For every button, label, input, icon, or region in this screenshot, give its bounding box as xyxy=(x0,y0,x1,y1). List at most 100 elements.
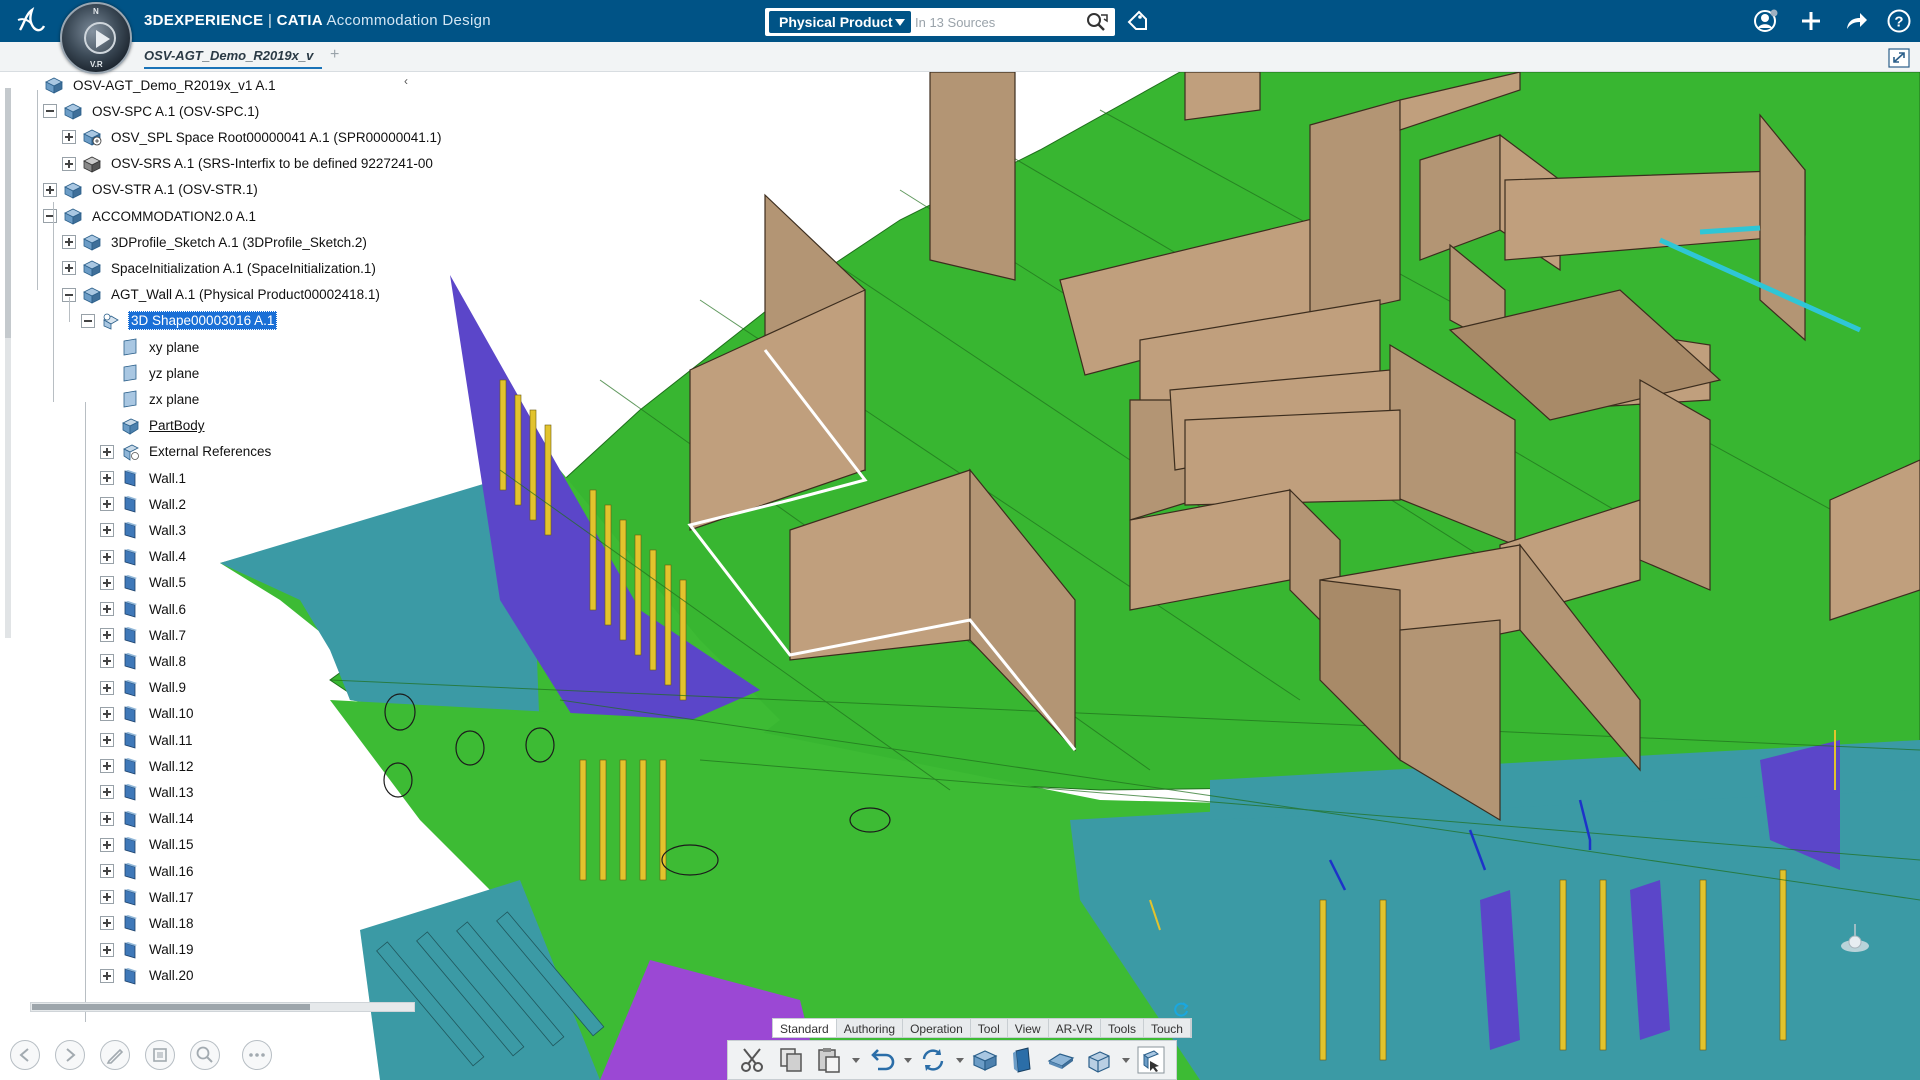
expand-icon[interactable] xyxy=(43,182,57,197)
tree-horizontal-scroll-thumb[interactable] xyxy=(32,1004,310,1010)
update-options-chevron-icon[interactable] xyxy=(956,1045,964,1075)
tree-node-external-references[interactable]: External References xyxy=(100,441,273,463)
expand-icon[interactable] xyxy=(100,837,114,852)
zoom-icon[interactable] xyxy=(190,1040,220,1070)
undo-icon[interactable] xyxy=(866,1045,896,1075)
tree-node-accommodation2-0-a-1[interactable]: ACCOMMODATION2.0 A.1 xyxy=(43,205,258,227)
expand-icon[interactable] xyxy=(100,916,114,931)
pencil-icon[interactable] xyxy=(100,1040,130,1070)
tree-node-wall-15[interactable]: Wall.15 xyxy=(100,834,196,856)
back-icon[interactable] xyxy=(10,1040,40,1070)
expand-icon[interactable] xyxy=(100,706,114,721)
tree-node-wall-11[interactable]: Wall.11 xyxy=(100,729,195,751)
expand-icon[interactable] xyxy=(100,497,114,512)
plane-icon[interactable] xyxy=(1046,1045,1076,1075)
tree-node-osv-srs-a-1-srs-interfix-to-be-defined-9227241-00[interactable]: OSV-SRS A.1 (SRS-Interfix to be defined … xyxy=(62,153,435,175)
expand-icon[interactable] xyxy=(100,471,114,485)
expand-icon[interactable] xyxy=(100,628,114,643)
tree-node-partbody[interactable]: PartBody xyxy=(100,415,207,437)
help-icon[interactable]: ? xyxy=(1886,8,1912,34)
document-tab[interactable]: OSV-AGT_Demo_R2019x_v xyxy=(144,48,322,69)
tree-node-zx-plane[interactable]: zx plane xyxy=(100,388,201,410)
collapse-icon[interactable] xyxy=(81,313,95,328)
tree-node-osv-spc-a-1-osv-spc-1[interactable]: OSV-SPC A.1 (OSV-SPC.1) xyxy=(43,100,261,122)
tab-tools[interactable]: Tools xyxy=(1101,1019,1144,1037)
tab-touch[interactable]: Touch xyxy=(1144,1019,1191,1037)
tab-operation[interactable]: Operation xyxy=(903,1019,971,1037)
expand-icon[interactable] xyxy=(62,130,76,145)
search-input[interactable] xyxy=(915,11,1075,33)
tree-node-wall-5[interactable]: Wall.5 xyxy=(100,572,188,594)
robot-compass-icon[interactable] xyxy=(1835,920,1875,960)
expand-icon[interactable] xyxy=(100,811,114,826)
refresh-icon[interactable] xyxy=(1172,1000,1190,1018)
expand-icon[interactable] xyxy=(100,942,114,957)
search-scope-dropdown[interactable]: Physical Product xyxy=(769,11,911,33)
tab-view[interactable]: View xyxy=(1008,1019,1049,1037)
expand-icon[interactable] xyxy=(100,680,114,695)
expand-icon[interactable] xyxy=(100,890,114,905)
expand-icon[interactable] xyxy=(100,444,114,459)
cut-icon[interactable] xyxy=(738,1045,768,1075)
tree-node-3dprofile-sketch-a-1-3dprofile-sketch-2[interactable]: 3DProfile_Sketch A.1 (3DProfile_Sketch.2… xyxy=(62,231,369,253)
expand-icon[interactable] xyxy=(100,602,114,616)
tree-node-wall-12[interactable]: Wall.12 xyxy=(100,755,196,777)
forward-icon[interactable] xyxy=(55,1040,85,1070)
tree-node-wall-16[interactable]: Wall.16 xyxy=(100,860,196,882)
expand-icon[interactable] xyxy=(100,575,114,590)
maximize-icon[interactable] xyxy=(1888,48,1910,68)
add-icon[interactable] xyxy=(1798,8,1824,34)
dassault-logo-icon[interactable] xyxy=(14,6,48,36)
tab-ar-vr[interactable]: AR-VR xyxy=(1049,1019,1101,1037)
tree-node-wall-4[interactable]: Wall.4 xyxy=(100,546,188,568)
tree-node-wall-8[interactable]: Wall.8 xyxy=(100,650,188,672)
share-icon[interactable] xyxy=(1843,8,1869,34)
tab-tool[interactable]: Tool xyxy=(971,1019,1008,1037)
tree-node-3d-shape00003016-a-1[interactable]: 3D Shape00003016 A.1 xyxy=(81,310,278,332)
tag-icon[interactable] xyxy=(1125,9,1149,33)
tree-node-osv-str-a-1-osv-str-1[interactable]: OSV-STR A.1 (OSV-STR.1) xyxy=(43,179,260,201)
tree-node-wall-14[interactable]: Wall.14 xyxy=(100,808,196,830)
tree-node-wall-13[interactable]: Wall.13 xyxy=(100,781,196,803)
tree-node-xy-plane[interactable]: xy plane xyxy=(100,336,201,358)
expand-icon[interactable] xyxy=(100,785,114,800)
tree-node-osv-agt-demo-r2019x-v1-a-1[interactable]: OSV-AGT_Demo_R2019x_v1 A.1 xyxy=(24,74,278,96)
new-tab-button[interactable]: + xyxy=(330,46,339,64)
shape-icon[interactable] xyxy=(1084,1045,1114,1075)
collapse-icon[interactable] xyxy=(43,209,57,223)
search-icon[interactable] xyxy=(1085,11,1109,33)
tree-node-wall-18[interactable]: Wall.18 xyxy=(100,912,196,934)
select-icon[interactable] xyxy=(1136,1045,1166,1075)
expand-icon[interactable] xyxy=(62,156,76,171)
tree-node-wall-20[interactable]: Wall.20 xyxy=(100,965,196,987)
tree-node-osv-spl-space-root00000041-a-1-spr00000041-1[interactable]: OSV_SPL Space Root00000041 A.1 (SPR00000… xyxy=(62,126,444,148)
tree-node-spaceinitialization-a-1-spaceinitialization-1[interactable]: SpaceInitialization A.1 (SpaceInitializa… xyxy=(62,257,378,279)
play-icon[interactable] xyxy=(84,22,116,54)
tree-vertical-scroll-thumb[interactable] xyxy=(5,88,11,338)
tab-standard[interactable]: Standard xyxy=(773,1019,837,1037)
more-icon[interactable] xyxy=(242,1040,272,1070)
tree-node-wall-19[interactable]: Wall.19 xyxy=(100,939,196,961)
tree-collapse-button[interactable]: ‹ xyxy=(404,74,416,88)
frame-icon[interactable] xyxy=(145,1040,175,1070)
expand-icon[interactable] xyxy=(100,654,114,669)
paste-options-chevron-icon[interactable] xyxy=(852,1045,860,1075)
update-icon[interactable] xyxy=(918,1045,948,1075)
3d-part-icon[interactable] xyxy=(1008,1045,1038,1075)
tree-node-wall-2[interactable]: Wall.2 xyxy=(100,493,188,515)
tree-node-wall-6[interactable]: Wall.6 xyxy=(100,598,188,620)
undo-options-chevron-icon[interactable] xyxy=(904,1045,912,1075)
tree-node-wall-9[interactable]: Wall.9 xyxy=(100,677,188,699)
paste-icon[interactable] xyxy=(814,1045,844,1075)
tree-node-wall-17[interactable]: Wall.17 xyxy=(100,886,196,908)
expand-icon[interactable] xyxy=(100,968,114,983)
expand-icon[interactable] xyxy=(100,523,114,538)
expand-icon[interactable] xyxy=(62,261,76,276)
compass-widget[interactable]: N V.R xyxy=(60,2,132,74)
expand-icon[interactable] xyxy=(100,549,114,564)
tree-node-wall-10[interactable]: Wall.10 xyxy=(100,703,196,725)
expand-icon[interactable] xyxy=(100,733,114,747)
tree-node-yz-plane[interactable]: yz plane xyxy=(100,362,201,384)
user-profile-icon[interactable] xyxy=(1753,8,1779,34)
expand-icon[interactable] xyxy=(100,864,114,878)
